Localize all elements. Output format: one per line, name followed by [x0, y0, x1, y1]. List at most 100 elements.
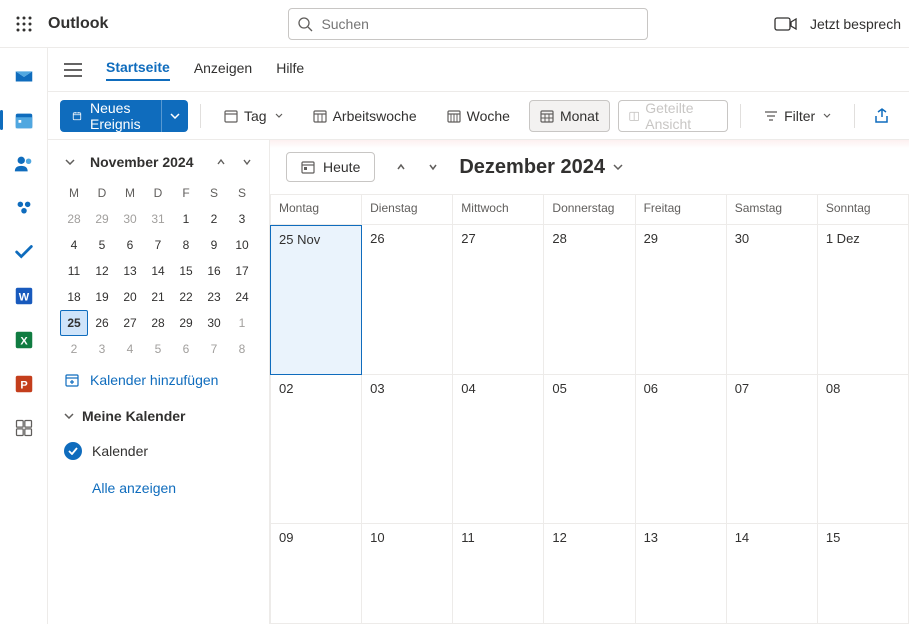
calendar-day-cell[interactable]: 28 [544, 225, 635, 375]
calendar-day-cell[interactable]: 03 [362, 375, 453, 525]
calendar-icon[interactable] [12, 108, 36, 132]
calendar-day-cell[interactable]: 06 [636, 375, 727, 525]
calendar-day-cell[interactable]: 12 [544, 524, 635, 624]
calendar-day-cell[interactable]: 25 Nov [270, 225, 362, 375]
mini-calendar-day[interactable]: 10 [228, 232, 256, 258]
mini-calendar-day[interactable]: 21 [144, 284, 172, 310]
calendar-day-cell[interactable]: 29 [636, 225, 727, 375]
calendar-day-cell[interactable]: 04 [453, 375, 544, 525]
mini-calendar-day[interactable]: 8 [172, 232, 200, 258]
mini-calendar-day[interactable]: 14 [144, 258, 172, 284]
new-event-dropdown[interactable] [161, 100, 188, 132]
calendar-day-cell[interactable]: 15 [818, 524, 909, 624]
calendar-month-title[interactable]: Dezember 2024 [459, 156, 623, 179]
mini-calendar-day[interactable]: 30 [116, 206, 144, 232]
view-week-button[interactable]: Woche [436, 100, 521, 132]
tab-view[interactable]: Anzeigen [194, 60, 252, 80]
mini-calendar-day[interactable]: 3 [88, 336, 116, 362]
prev-period-icon[interactable] [387, 153, 415, 181]
calendar-day-cell[interactable]: 11 [453, 524, 544, 624]
mini-calendar-day[interactable]: 7 [144, 232, 172, 258]
calendar-day-cell[interactable]: 13 [636, 524, 727, 624]
my-calendars-section[interactable]: Meine Kalender [60, 398, 257, 434]
mini-calendar-day[interactable]: 23 [200, 284, 228, 310]
people-icon[interactable] [12, 152, 36, 176]
filter-button[interactable]: Filter [753, 100, 842, 132]
search-input[interactable] [321, 16, 639, 32]
mini-calendar-day[interactable]: 19 [88, 284, 116, 310]
view-day-button[interactable]: Tag [213, 100, 294, 132]
next-period-icon[interactable] [419, 153, 447, 181]
chevron-down-icon[interactable] [60, 152, 80, 172]
add-calendar-link[interactable]: Kalender hinzufügen [60, 362, 257, 398]
mini-calendar-day[interactable]: 7 [200, 336, 228, 362]
app-launcher-icon[interactable] [8, 8, 40, 40]
meet-now-label[interactable]: Jetzt besprech [810, 16, 901, 32]
mini-calendar-day[interactable]: 15 [172, 258, 200, 284]
mini-calendar-day[interactable]: 20 [116, 284, 144, 310]
calendar-item[interactable]: Kalender [60, 434, 257, 468]
mini-calendar-day[interactable]: 16 [200, 258, 228, 284]
show-all-link[interactable]: Alle anzeigen [88, 468, 257, 508]
mini-calendar-day[interactable]: 3 [228, 206, 256, 232]
mini-calendar-day[interactable]: 18 [60, 284, 88, 310]
mini-calendar-day[interactable]: 17 [228, 258, 256, 284]
mini-calendar-day[interactable]: 5 [88, 232, 116, 258]
powerpoint-icon[interactable]: P [12, 372, 36, 396]
calendar-day-cell[interactable]: 08 [818, 375, 909, 525]
mini-calendar-day[interactable]: 22 [172, 284, 200, 310]
more-apps-icon[interactable] [12, 416, 36, 440]
mini-calendar-day[interactable]: 4 [60, 232, 88, 258]
mini-calendar-day[interactable]: 9 [200, 232, 228, 258]
view-month-button[interactable]: Monat [529, 100, 610, 132]
meet-now-icon[interactable] [774, 16, 798, 32]
calendar-day-cell[interactable]: 26 [362, 225, 453, 375]
hamburger-icon[interactable] [64, 63, 82, 77]
calendar-day-cell[interactable]: 05 [544, 375, 635, 525]
mini-calendar-day[interactable]: 6 [172, 336, 200, 362]
mini-calendar-day[interactable]: 6 [116, 232, 144, 258]
mini-calendar-day[interactable]: 30 [200, 310, 228, 336]
groups-icon[interactable] [12, 196, 36, 220]
mail-icon[interactable] [12, 64, 36, 88]
calendar-day-cell[interactable]: 07 [727, 375, 818, 525]
tab-home[interactable]: Startseite [106, 59, 170, 81]
mini-calendar-day[interactable]: 5 [144, 336, 172, 362]
mini-calendar-day[interactable]: 25 [60, 310, 88, 336]
mini-calendar-day[interactable]: 12 [88, 258, 116, 284]
next-month-icon[interactable] [237, 152, 257, 172]
calendar-day-cell[interactable]: 1 Dez [818, 225, 909, 375]
calendar-checkbox-icon[interactable] [64, 442, 82, 460]
tab-help[interactable]: Hilfe [276, 60, 304, 80]
todo-icon[interactable] [12, 240, 36, 264]
calendar-day-cell[interactable]: 09 [270, 524, 362, 624]
mini-calendar-day[interactable]: 2 [200, 206, 228, 232]
mini-calendar-day[interactable]: 29 [172, 310, 200, 336]
new-event-button[interactable]: Neues Ereignis [60, 100, 188, 132]
mini-calendar-day[interactable]: 11 [60, 258, 88, 284]
view-workweek-button[interactable]: Arbeitswoche [302, 100, 428, 132]
calendar-day-cell[interactable]: 14 [727, 524, 818, 624]
mini-calendar-day[interactable]: 2 [60, 336, 88, 362]
word-icon[interactable]: W [12, 284, 36, 308]
mini-calendar-day[interactable]: 29 [88, 206, 116, 232]
prev-month-icon[interactable] [211, 152, 231, 172]
search-box[interactable] [288, 8, 648, 40]
calendar-day-cell[interactable]: 10 [362, 524, 453, 624]
mini-calendar-day[interactable]: 31 [144, 206, 172, 232]
mini-calendar-day[interactable]: 1 [172, 206, 200, 232]
today-button[interactable]: Heute [286, 152, 375, 182]
calendar-day-cell[interactable]: 30 [727, 225, 818, 375]
mini-calendar-day[interactable]: 4 [116, 336, 144, 362]
mini-calendar-day[interactable]: 28 [60, 206, 88, 232]
calendar-day-cell[interactable]: 02 [270, 375, 362, 525]
excel-icon[interactable]: X [12, 328, 36, 352]
mini-calendar-day[interactable]: 27 [116, 310, 144, 336]
mini-calendar-day[interactable]: 13 [116, 258, 144, 284]
mini-calendar-day[interactable]: 24 [228, 284, 256, 310]
mini-calendar-day[interactable]: 28 [144, 310, 172, 336]
share-icon[interactable] [867, 101, 897, 131]
mini-calendar-day[interactable]: 8 [228, 336, 256, 362]
mini-calendar-day[interactable]: 26 [88, 310, 116, 336]
calendar-day-cell[interactable]: 27 [453, 225, 544, 375]
